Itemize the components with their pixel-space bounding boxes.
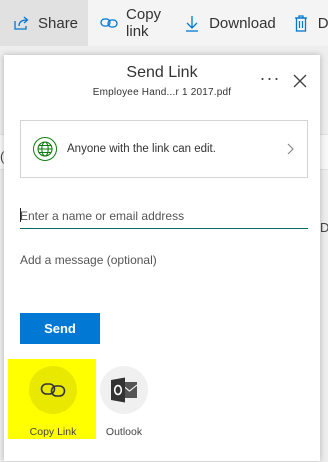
close-button[interactable] bbox=[290, 71, 310, 91]
share-icon bbox=[12, 14, 30, 32]
outlook-option[interactable]: Outlook bbox=[89, 366, 159, 438]
copy-link-option[interactable]: Copy Link bbox=[18, 366, 88, 438]
link-icon bbox=[40, 383, 66, 397]
copy-link-command[interactable]: Copy link bbox=[88, 0, 171, 46]
delete-command-label: D bbox=[317, 14, 328, 32]
background-text-right: D bbox=[320, 220, 328, 235]
share-command-label: Share bbox=[38, 14, 79, 32]
outlook-label: Outlook bbox=[105, 426, 143, 438]
globe-icon bbox=[33, 137, 57, 161]
more-options-button[interactable]: ··· bbox=[258, 69, 282, 89]
chevron-right-icon bbox=[283, 142, 297, 156]
share-command[interactable]: Share bbox=[0, 0, 89, 46]
copy-link-command-label: Copy link bbox=[126, 6, 162, 40]
dialog-header: Send Link Employee Hand...r 1 2017.pdf ·… bbox=[4, 55, 320, 107]
download-icon bbox=[183, 14, 201, 32]
trash-icon bbox=[292, 14, 310, 32]
delete-command[interactable]: D bbox=[286, 0, 328, 46]
link-icon bbox=[100, 14, 118, 32]
download-command-label: Download bbox=[209, 14, 276, 32]
outlook-icon bbox=[111, 377, 138, 403]
text-cursor bbox=[20, 208, 21, 222]
copy-link-label: Copy Link bbox=[29, 426, 77, 438]
copy-link-circle bbox=[29, 366, 77, 414]
permission-text: Anyone with the link can edit. bbox=[67, 143, 216, 155]
download-command[interactable]: Download bbox=[171, 0, 286, 46]
link-permission-selector[interactable]: Anyone with the link can edit. bbox=[20, 120, 308, 178]
recipient-input[interactable] bbox=[20, 203, 308, 229]
outlook-circle bbox=[100, 366, 148, 414]
command-bar: Share Copy link Download D bbox=[0, 0, 328, 46]
message-input[interactable] bbox=[20, 253, 308, 277]
send-button[interactable]: Send bbox=[20, 313, 100, 344]
close-icon bbox=[293, 74, 307, 88]
